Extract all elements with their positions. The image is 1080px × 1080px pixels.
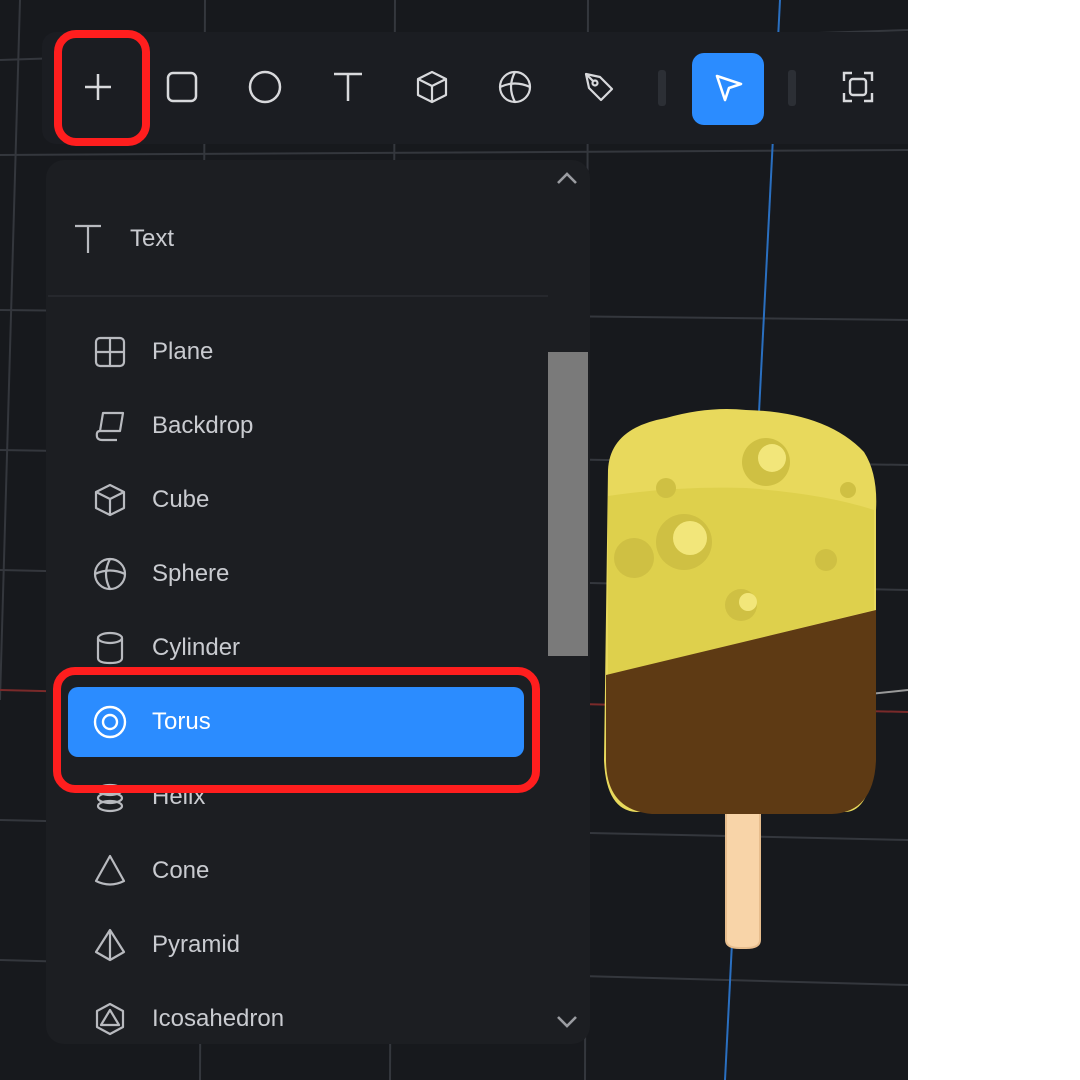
cube-icon — [413, 68, 451, 111]
3d-viewport[interactable]: Text Plane Backdrop Cube Sphere Cylinder — [0, 0, 908, 1080]
text-tool-button[interactable] — [312, 53, 384, 125]
menu-item-label: Torus — [152, 708, 211, 735]
frame-icon — [839, 68, 877, 111]
toolbar-divider — [788, 70, 796, 106]
menu-item-label: Cube — [152, 486, 210, 513]
cone-icon — [90, 851, 130, 891]
menu-item-plane[interactable]: Plane — [68, 317, 524, 387]
sphere-tool-button[interactable] — [479, 53, 551, 125]
torus-icon — [90, 702, 130, 742]
menu-item-text[interactable]: Text — [46, 204, 502, 274]
menu-item-cube[interactable]: Cube — [68, 465, 524, 535]
pen-tool-button[interactable] — [563, 53, 635, 125]
menu-item-torus[interactable]: Torus — [68, 687, 524, 757]
menu-item-label: Helix — [152, 783, 206, 810]
ellipse-icon — [246, 68, 284, 111]
menu-item-pyramid[interactable]: Pyramid — [68, 910, 524, 980]
sphere-icon — [90, 554, 130, 594]
icosahedron-icon — [90, 999, 130, 1039]
menu-item-cylinder[interactable]: Cylinder — [68, 613, 524, 683]
rectangle-icon — [163, 68, 201, 111]
cube-icon — [90, 480, 130, 520]
add-button[interactable] — [62, 53, 134, 125]
toolbar-divider — [658, 70, 666, 106]
menu-item-icosahedron[interactable]: Icosahedron — [68, 984, 524, 1054]
frame-tool-button[interactable] — [822, 53, 894, 125]
pyramid-icon — [90, 925, 130, 965]
text-tool-icon — [329, 68, 367, 111]
menu-divider — [48, 295, 548, 297]
popsicle-model[interactable] — [596, 400, 886, 960]
scroll-up-button[interactable] — [552, 166, 582, 196]
menu-item-label: Cone — [152, 857, 210, 884]
menu-item-label: Backdrop — [152, 412, 254, 439]
select-arrow-icon — [709, 68, 747, 111]
sphere-icon — [496, 68, 534, 111]
menu-item-label: Pyramid — [152, 931, 241, 958]
plane-icon — [90, 332, 130, 372]
ellipse-tool-button[interactable] — [229, 53, 301, 125]
rectangle-tool-button[interactable] — [146, 53, 218, 125]
menu-item-label: Sphere — [152, 560, 230, 587]
backdrop-icon — [90, 406, 130, 446]
menu-item-label: Cylinder — [152, 634, 241, 661]
add-icon — [79, 68, 117, 111]
cube-tool-button[interactable] — [396, 53, 468, 125]
text-icon — [68, 219, 108, 259]
menu-item-label: Icosahedron — [152, 1005, 285, 1032]
pen-icon — [580, 68, 618, 111]
menu-item-sphere[interactable]: Sphere — [68, 539, 524, 609]
menu-item-label: Text — [130, 225, 175, 252]
menu-item-helix[interactable]: Helix — [68, 762, 524, 832]
chevron-up-icon — [554, 166, 580, 197]
helix-icon — [90, 777, 130, 817]
menu-scroll-thumb[interactable] — [548, 352, 588, 656]
select-tool-button[interactable] — [692, 53, 764, 125]
menu-item-cone[interactable]: Cone — [68, 836, 524, 906]
cylinder-icon — [90, 628, 130, 668]
menu-item-backdrop[interactable]: Backdrop — [68, 391, 524, 461]
menu-item-label: Plane — [152, 338, 214, 365]
